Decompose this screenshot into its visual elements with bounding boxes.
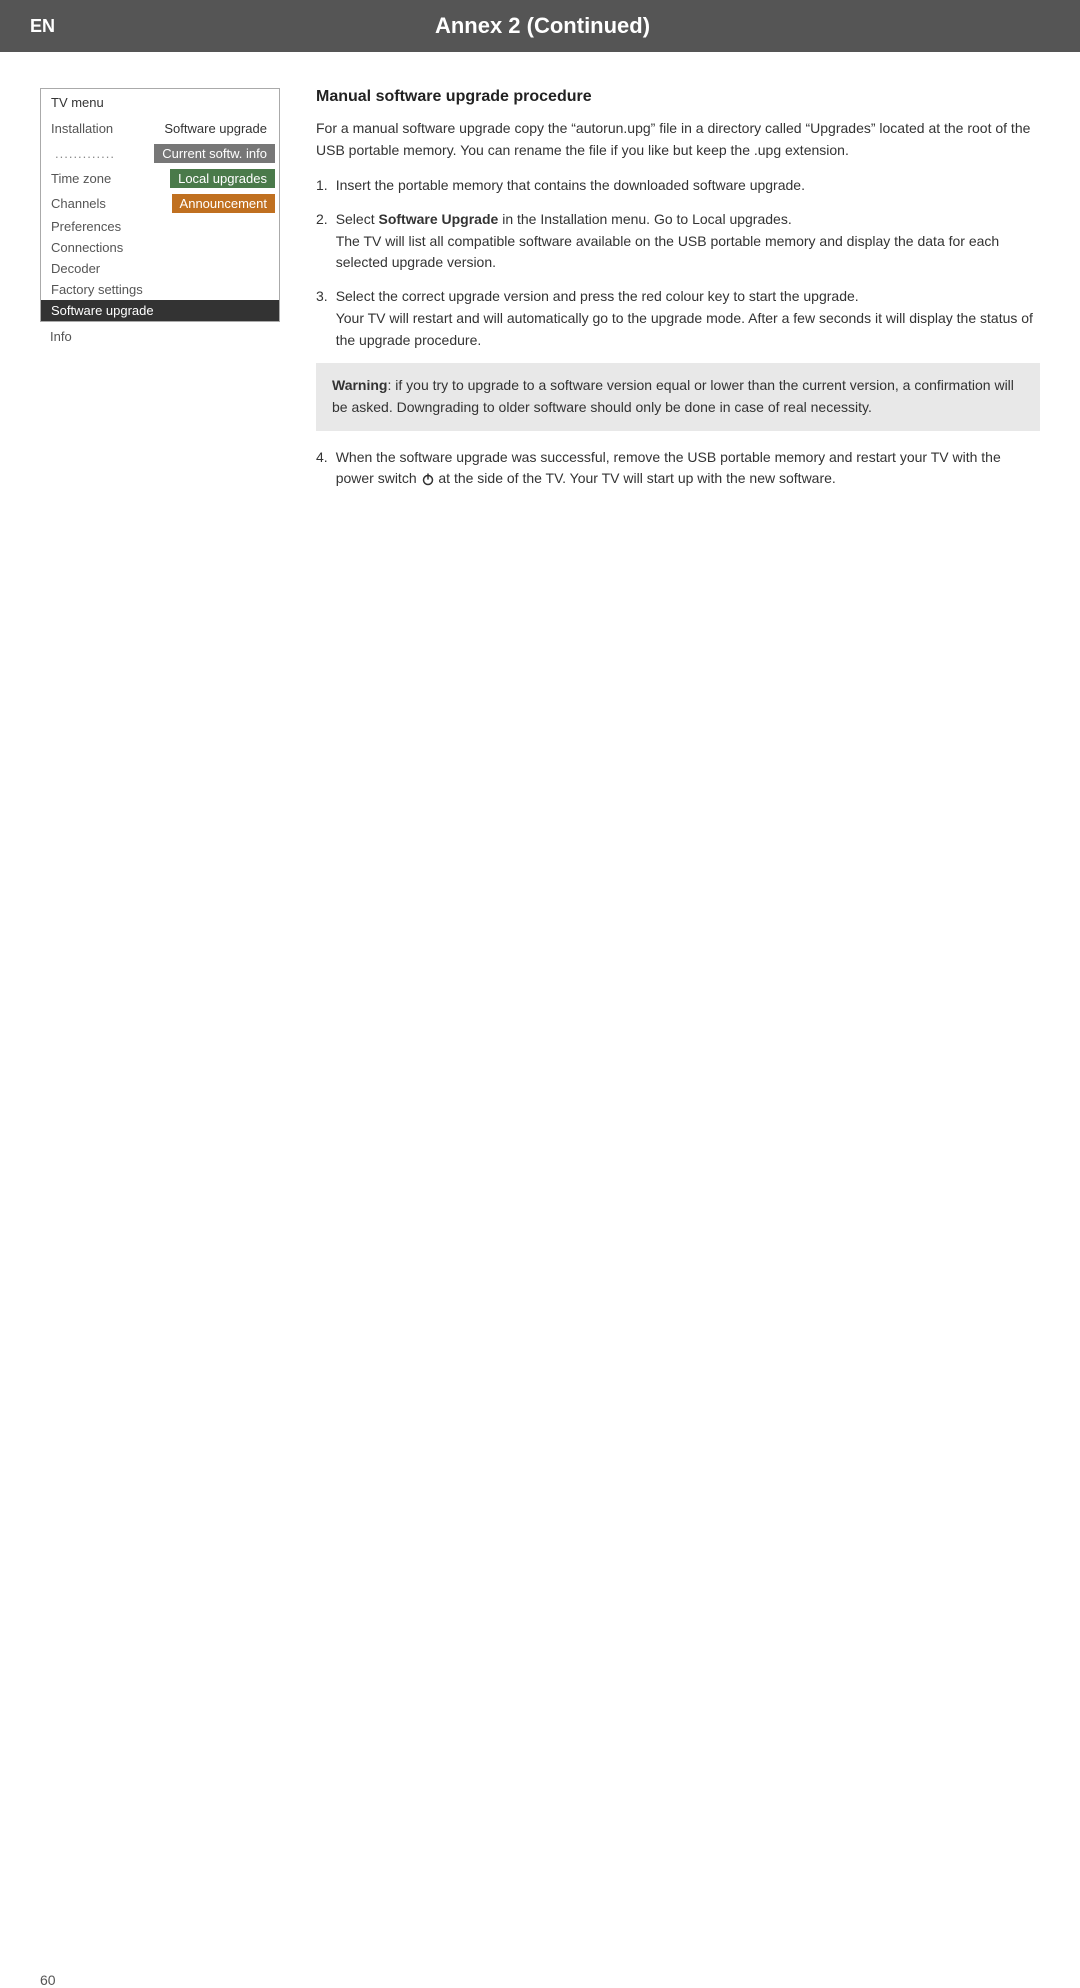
main-content: Manual software upgrade procedure For a … bbox=[316, 88, 1040, 502]
menu-label-dots: ............. bbox=[45, 144, 154, 163]
step-4-number: 4. bbox=[316, 447, 328, 490]
step-3-number: 3. bbox=[316, 286, 328, 351]
intro-text: For a manual software upgrade copy the “… bbox=[316, 118, 1040, 161]
step-1: 1. Insert the portable memory that conta… bbox=[316, 175, 1040, 197]
menu-row-connections: Connections bbox=[41, 237, 279, 258]
menu-row-factory-settings: Factory settings bbox=[41, 279, 279, 300]
tv-menu-title: TV menu bbox=[41, 89, 279, 116]
step-3-content: Select the correct upgrade version and p… bbox=[336, 286, 1040, 351]
menu-value-software-upgrade: Software upgrade bbox=[156, 119, 275, 138]
menu-info-item: Info bbox=[40, 324, 280, 349]
lang-label: EN bbox=[30, 16, 55, 37]
step-4: 4. When the software upgrade was success… bbox=[316, 447, 1040, 490]
step-2: 2. Select Software Upgrade in the Instal… bbox=[316, 209, 1040, 274]
step-2-content: Select Software Upgrade in the Installat… bbox=[336, 209, 1040, 274]
menu-value-local-upgrades: Local upgrades bbox=[170, 169, 275, 188]
menu-row-software-upgrade-selected: Software upgrade bbox=[41, 300, 279, 321]
page-content: TV menu Installation Software upgrade ..… bbox=[0, 52, 1080, 542]
warning-bold: Warning bbox=[332, 377, 387, 393]
section-heading: Manual software upgrade procedure bbox=[316, 88, 1040, 106]
step-3: 3. Select the correct upgrade version an… bbox=[316, 286, 1040, 351]
tv-menu-column: TV menu Installation Software upgrade ..… bbox=[40, 88, 280, 502]
step4-list: 4. When the software upgrade was success… bbox=[316, 447, 1040, 490]
menu-row-dots: ............. Current softw. info bbox=[41, 141, 279, 166]
menu-label-timezone: Time zone bbox=[45, 169, 170, 188]
power-icon bbox=[421, 472, 435, 486]
step-4-content: When the software upgrade was successful… bbox=[336, 447, 1040, 490]
menu-row-installation: Installation Software upgrade bbox=[41, 116, 279, 141]
step-2-number: 2. bbox=[316, 209, 328, 274]
header-bar: EN Annex 2 (Continued) bbox=[0, 0, 1080, 52]
step-1-content: Insert the portable memory that contains… bbox=[336, 175, 1040, 197]
menu-row-decoder: Decoder bbox=[41, 258, 279, 279]
menu-label-channels: Channels bbox=[45, 194, 172, 213]
menu-row-channels: Channels Announcement bbox=[41, 191, 279, 216]
tv-menu-box: TV menu Installation Software upgrade ..… bbox=[40, 88, 280, 322]
steps-list: 1. Insert the portable memory that conta… bbox=[316, 175, 1040, 351]
step-2-bold: Software Upgrade bbox=[379, 211, 499, 227]
menu-value-current-softw: Current softw. info bbox=[154, 144, 275, 163]
page-title: Annex 2 (Continued) bbox=[75, 13, 1050, 39]
menu-row-timezone: Time zone Local upgrades bbox=[41, 166, 279, 191]
menu-value-announcement: Announcement bbox=[172, 194, 275, 213]
page-number: 60 bbox=[40, 1972, 56, 1988]
menu-row-preferences: Preferences bbox=[41, 216, 279, 237]
menu-label-installation: Installation bbox=[45, 119, 156, 138]
warning-text: : if you try to upgrade to a software ve… bbox=[332, 377, 1014, 415]
step-1-number: 1. bbox=[316, 175, 328, 197]
warning-box: Warning: if you try to upgrade to a soft… bbox=[316, 363, 1040, 430]
